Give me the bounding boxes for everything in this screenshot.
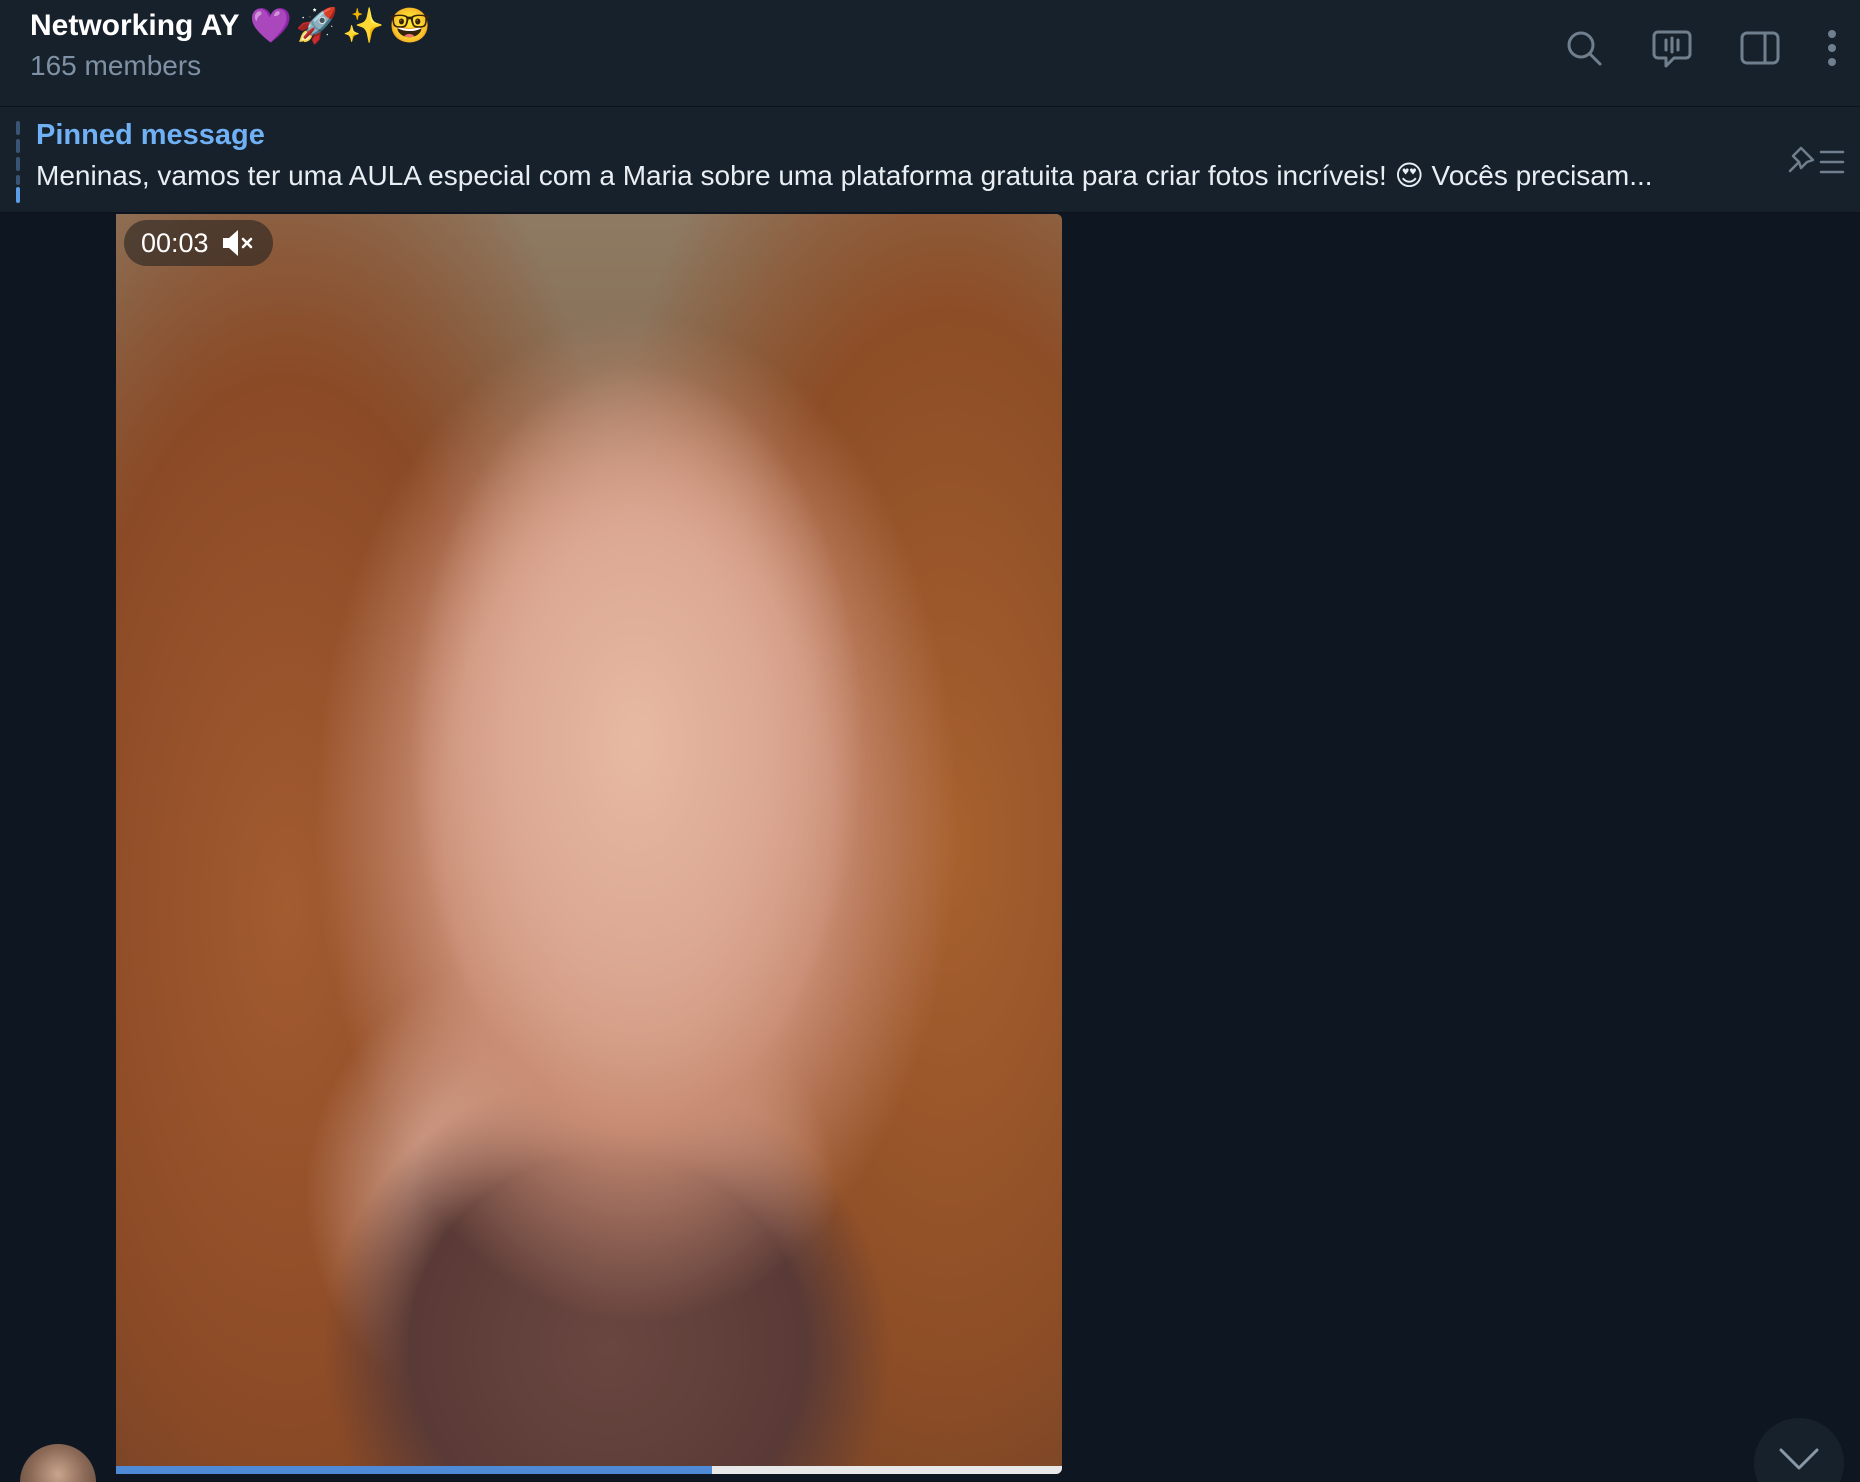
chat-title[interactable]: Networking AY 💜🚀✨🤓 <box>30 6 435 46</box>
search-icon <box>1567 31 1602 66</box>
video-frame <box>116 214 1062 1474</box>
chat-title-text: Networking AY <box>30 9 240 42</box>
pinned-text: Meninas, vamos ter uma AULA especial com… <box>36 160 1653 191</box>
pinned-indicator <box>16 121 20 203</box>
video-progress-fill <box>116 1466 712 1474</box>
chat-header: Networking AY 💜🚀✨🤓 165 members <box>0 0 1860 107</box>
pinned-list-icon <box>1788 146 1845 174</box>
video-chat-icon <box>1652 30 1692 68</box>
video-progress-bar[interactable] <box>116 1466 1062 1474</box>
sidebar-toggle-icon <box>1740 31 1780 65</box>
more-vertical-icon <box>1828 30 1836 66</box>
sender-avatar[interactable] <box>20 1444 96 1482</box>
scroll-to-bottom-button[interactable] <box>1754 1418 1844 1482</box>
chevron-down-icon <box>1779 1448 1819 1470</box>
pinned-label: Pinned message <box>36 119 265 151</box>
header-actions <box>1540 22 1860 74</box>
search-button[interactable] <box>1540 22 1628 74</box>
pinned-message-bar[interactable]: Pinned message Meninas, vamos ter uma AU… <box>0 107 1860 213</box>
video-message[interactable]: 00:03 <box>116 214 1062 1474</box>
video-duration: 00:03 <box>141 227 209 258</box>
video-chat-button[interactable] <box>1628 22 1716 74</box>
pinned-list-button[interactable] <box>1782 139 1852 185</box>
more-options-button[interactable] <box>1804 22 1860 74</box>
mute-toggle[interactable] <box>221 228 255 258</box>
sidebar-toggle-button[interactable] <box>1716 22 1804 74</box>
video-duration-badge: 00:03 <box>124 220 273 266</box>
chat-title-emojis: 💜🚀✨🤓 <box>249 7 435 45</box>
member-count[interactable]: 165 members <box>30 50 201 82</box>
speaker-muted-icon <box>222 230 252 256</box>
message-list[interactable]: 00:03 <box>0 214 1860 1482</box>
